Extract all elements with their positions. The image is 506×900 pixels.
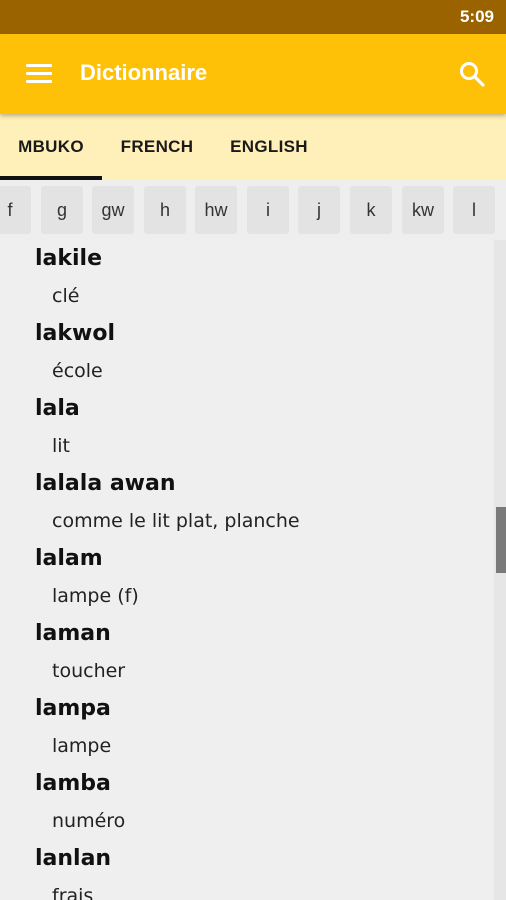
alphabet-bar: f g gw h hw i j k kw l [0, 180, 506, 240]
letter-i[interactable]: i [247, 186, 289, 234]
status-bar: 5:09 [0, 0, 506, 34]
entry-definition[interactable]: comme le lit plat, planche [52, 510, 300, 532]
search-icon[interactable] [458, 60, 486, 88]
entry-definition[interactable]: lit [52, 435, 70, 457]
letter-kw[interactable]: kw [402, 186, 444, 234]
letter-j[interactable]: j [298, 186, 340, 234]
entry-word[interactable]: lanlan [35, 846, 111, 871]
letter-h[interactable]: h [144, 186, 186, 234]
tab-english[interactable]: ENGLISH [212, 114, 326, 180]
tab-french[interactable]: FRENCH [102, 114, 212, 180]
language-tabs: MBUKO FRENCH ENGLISH [0, 114, 506, 180]
app-bar: Dictionnaire [0, 34, 506, 114]
entry-definition[interactable]: frais [52, 885, 93, 900]
entry-word[interactable]: lakwol [35, 321, 115, 346]
letter-k[interactable]: k [350, 186, 392, 234]
letter-g[interactable]: g [41, 186, 83, 234]
app-title: Dictionnaire [80, 60, 208, 85]
letter-l[interactable]: l [453, 186, 495, 234]
entry-word[interactable]: lampa [35, 696, 111, 721]
letter-hw[interactable]: hw [195, 186, 237, 234]
letter-f[interactable]: f [0, 186, 31, 234]
entry-definition[interactable]: toucher [52, 660, 125, 682]
entry-word[interactable]: lamba [35, 771, 111, 796]
scrollbar-thumb[interactable] [496, 507, 506, 573]
hamburger-menu-icon[interactable] [26, 64, 54, 84]
entry-definition[interactable]: numéro [52, 810, 125, 832]
entry-definition[interactable]: école [52, 360, 103, 382]
status-time: 5:09 [459, 7, 494, 26]
entry-word[interactable]: lala [35, 396, 80, 421]
dictionary-list[interactable]: lakile clé lakwol école lala lit lalala … [0, 240, 494, 900]
tab-mbuko[interactable]: MBUKO [0, 114, 102, 180]
entry-definition[interactable]: clé [52, 285, 79, 307]
entry-word[interactable]: lakile [35, 246, 102, 271]
entry-definition[interactable]: lampe (f) [52, 585, 139, 607]
entry-word[interactable]: lalam [35, 546, 103, 571]
entry-word[interactable]: lalala awan [35, 471, 176, 496]
entry-definition[interactable]: lampe [52, 735, 111, 757]
letter-gw[interactable]: gw [92, 186, 134, 234]
entry-word[interactable]: laman [35, 621, 111, 646]
